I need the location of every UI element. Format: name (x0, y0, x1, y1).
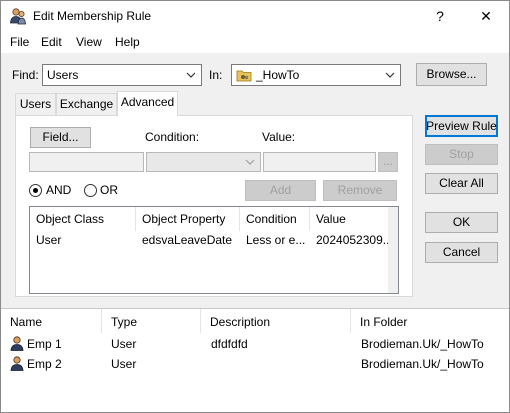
menu-bar: File Edit View Help (1, 31, 509, 53)
in-value: _HowTo (256, 68, 300, 82)
or-radio[interactable] (84, 184, 97, 197)
column-header-name[interactable]: Name (1, 309, 102, 333)
result-name: Emp 1 (27, 337, 62, 351)
results-list: Name Type Description In Folder Emp 1 Us… (1, 308, 509, 412)
column-header-in-folder[interactable]: In Folder (351, 309, 509, 333)
condition-combo[interactable] (146, 152, 261, 172)
cancel-button[interactable]: Cancel (425, 242, 498, 263)
user-icon (10, 336, 24, 351)
add-button[interactable]: Add (245, 180, 316, 201)
column-header-object-property[interactable]: Object Property (136, 207, 240, 231)
window-title: Edit Membership Rule (33, 9, 152, 23)
find-value: Users (47, 68, 79, 82)
edit-membership-rule-window: Edit Membership Rule ? ✕ File Edit View … (0, 0, 510, 413)
and-label: AND (46, 183, 72, 197)
users-icon (10, 8, 26, 25)
menu-edit[interactable]: Edit (41, 35, 62, 49)
title-bar: Edit Membership Rule ? ✕ (1, 1, 509, 31)
menu-view[interactable]: View (76, 35, 102, 49)
find-label: Find: (12, 68, 39, 82)
stop-button[interactable]: Stop (425, 144, 498, 165)
user-icon (10, 356, 24, 371)
tab-advanced[interactable]: Advanced (117, 91, 178, 116)
tab-users[interactable]: Users (15, 93, 56, 115)
column-header-condition[interactable]: Condition (240, 207, 310, 231)
upper-panel: Find: Users In: _HowTo Browse... Users E… (1, 53, 509, 308)
chevron-down-icon (385, 72, 395, 78)
field-button[interactable]: Field... (30, 127, 91, 148)
condition-label: Condition: (145, 130, 200, 144)
result-type: User (111, 337, 137, 351)
rules-table: Object Class Object Property Condition V… (29, 206, 399, 294)
cell-condition: Less or e... (246, 233, 306, 247)
field-input[interactable] (29, 152, 144, 172)
value-label: Value: (262, 130, 296, 144)
find-combo[interactable]: Users (42, 64, 202, 86)
menu-help[interactable]: Help (115, 35, 140, 49)
result-name: Emp 2 (27, 357, 62, 371)
folder-icon (236, 70, 252, 82)
advanced-tab-panel: Field... Condition: Value: ... AND OR Ad… (15, 115, 413, 297)
tab-exchange[interactable]: Exchange (56, 93, 117, 115)
cell-value: 2024052309... (316, 233, 390, 247)
column-header-object-class[interactable]: Object Class (30, 207, 136, 231)
cell-object-class: User (36, 233, 62, 247)
result-type: User (111, 357, 137, 371)
or-label: OR (100, 183, 118, 197)
value-input[interactable] (263, 152, 376, 172)
vertical-scrollbar[interactable] (388, 207, 398, 293)
column-header-value[interactable]: Value (310, 207, 390, 231)
chevron-down-icon (245, 159, 255, 165)
preview-rule-button[interactable]: Preview Rule (425, 115, 498, 137)
help-button[interactable]: ? (417, 1, 463, 31)
in-combo[interactable]: _HowTo (231, 64, 401, 86)
chevron-down-icon (186, 72, 196, 78)
remove-button[interactable]: Remove (323, 180, 397, 201)
result-folder: Brodieman.Uk/_HowTo (361, 357, 484, 371)
cell-object-property: edsvaLeaveDate (142, 233, 233, 247)
menu-file[interactable]: File (10, 35, 29, 49)
value-ellipsis-button[interactable]: ... (378, 152, 398, 172)
result-description: dfdfdfd (211, 337, 248, 351)
in-label: In: (209, 68, 223, 82)
and-radio[interactable] (29, 184, 42, 197)
result-folder: Brodieman.Uk/_HowTo (361, 337, 484, 351)
close-button[interactable]: ✕ (463, 1, 509, 31)
ok-button[interactable]: OK (425, 212, 498, 233)
clear-all-button[interactable]: Clear All (425, 173, 498, 194)
column-header-type[interactable]: Type (102, 309, 201, 333)
browse-button[interactable]: Browse... (416, 63, 487, 86)
column-header-description[interactable]: Description (201, 309, 351, 333)
